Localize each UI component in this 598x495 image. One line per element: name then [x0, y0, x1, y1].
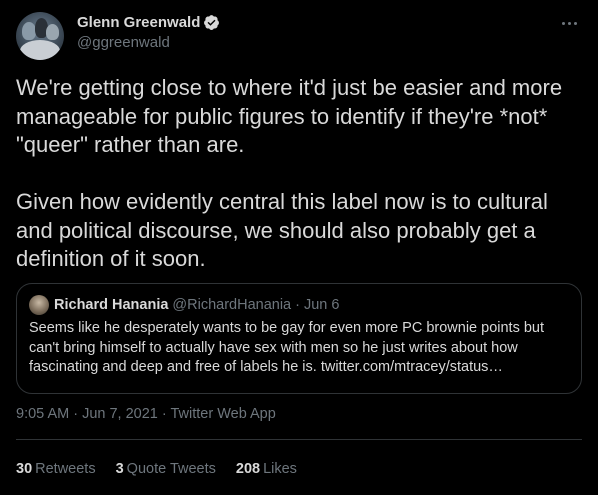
likes-label: Likes [263, 461, 297, 477]
quoted-tweet-text: Seems like he desperately wants to be ga… [29, 320, 545, 375]
likes-stat[interactable]: 208 Likes [236, 461, 297, 477]
quoted-separator: · [295, 297, 300, 313]
tweet-stats: 30 Retweets 3 Quote Tweets 208 Likes [16, 461, 317, 477]
quoted-author-handle: @RichardHanania [172, 297, 292, 313]
tweet-text: We're getting close to where it'd just b… [16, 75, 563, 271]
author-display-name[interactable]: Glenn Greenwald [77, 14, 200, 31]
author-name-row[interactable]: Glenn Greenwald [77, 14, 220, 31]
retweets-count: 30 [16, 461, 33, 477]
quoted-tweet-header: Richard Hanania @RichardHanania · Jun 6 [29, 295, 339, 315]
quote-tweets-count: 3 [115, 461, 124, 477]
divider [16, 439, 582, 440]
tweet-header: Glenn Greenwald @ggreenwald [16, 12, 582, 62]
quoted-author-avatar [29, 295, 49, 315]
author-avatar[interactable] [16, 12, 64, 60]
more-horizontal-icon[interactable] [558, 12, 580, 34]
quoted-author-display-name: Richard Hanania [54, 297, 169, 313]
verified-badge-icon [204, 15, 220, 30]
tweet-timestamp[interactable]: 9:05 AM · Jun 7, 2021 · Twitter Web App [16, 406, 276, 422]
retweets-label: Retweets [35, 461, 96, 477]
quoted-tweet-card[interactable]: Richard Hanania @RichardHanania · Jun 6 … [16, 283, 582, 394]
retweets-stat[interactable]: 30 Retweets [16, 461, 96, 477]
quote-tweets-label: Quote Tweets [126, 461, 216, 477]
author-handle[interactable]: @ggreenwald [77, 34, 170, 51]
likes-count: 208 [235, 461, 261, 477]
quoted-tweet-date: Jun 6 [303, 297, 340, 313]
quote-tweets-stat[interactable]: 3 Quote Tweets [116, 461, 216, 477]
